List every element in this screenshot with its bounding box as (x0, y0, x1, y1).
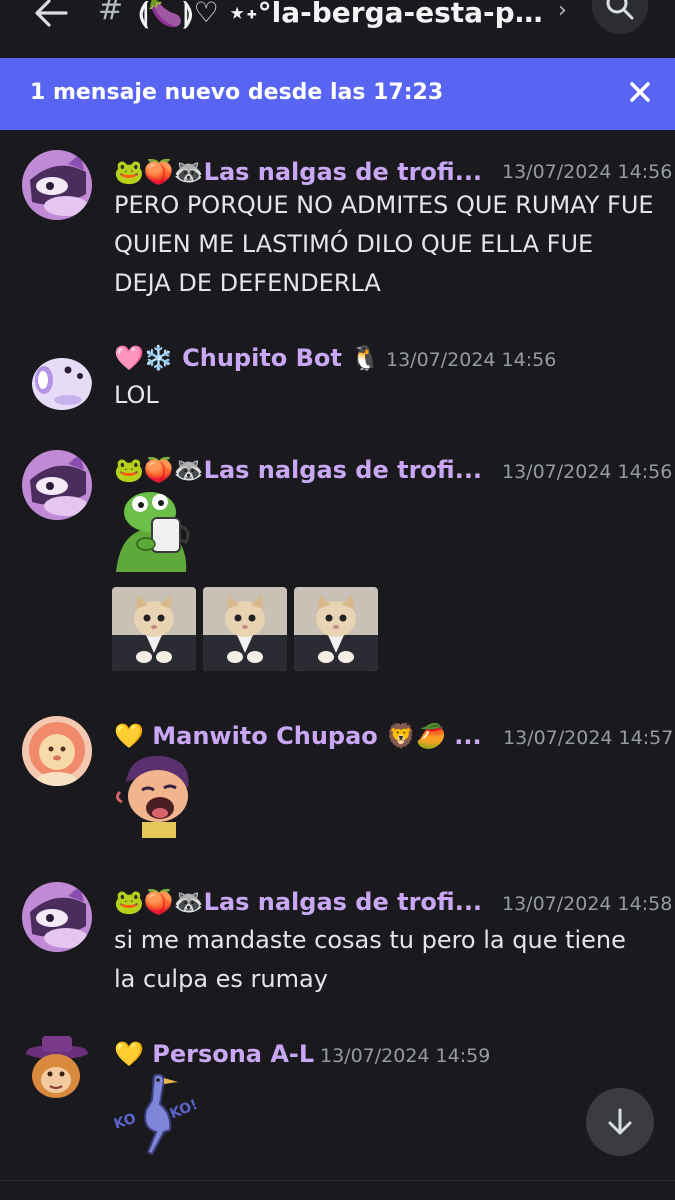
back-button[interactable] (30, 0, 72, 32)
raccoon-avatar[interactable] (22, 882, 92, 952)
jump-to-bottom-button[interactable] (586, 1088, 654, 1156)
message-text: si me mandaste cosas tu pero la que tien… (114, 926, 626, 993)
cat-suit-emoji[interactable] (203, 587, 287, 671)
message-author[interactable]: 💛 Persona A-L (114, 1040, 314, 1068)
arrow-left-icon (35, 0, 68, 27)
message-timestamp: 13/07/2024 14:59 (320, 1045, 491, 1067)
heron-koko-sticker[interactable]: KO KO! (112, 1070, 200, 1156)
message-author[interactable]: 🩷❄️ Chupito Bot 🐧 (114, 344, 380, 372)
message[interactable]: 🐸🍑🦝Las nalgas de trofi... 13/07/2024 14:… (0, 148, 675, 318)
message-author[interactable]: 🐸🍑🦝Las nalgas de trofi... (114, 888, 482, 916)
message[interactable]: 🐸🍑🦝Las nalgas de trofi... 13/07/2024 14:… (0, 882, 675, 1002)
message-text: PERO PORQUE NO ADMITES QUE RUMAY FUE QUI… (114, 191, 654, 297)
laughing-person-sticker[interactable] (112, 752, 198, 838)
message-author[interactable]: 🐸🍑🦝Las nalgas de trofi... (114, 158, 482, 186)
hash-icon: # (98, 0, 124, 27)
lion-avatar[interactable] (22, 716, 92, 786)
message[interactable]: 💛 Persona A-L 13/07/2024 14:59 KO KO! (0, 1034, 675, 1164)
chevron-right-icon[interactable]: › (558, 0, 567, 23)
message-timestamp: 13/07/2024 14:56 (386, 349, 557, 371)
raccoon-avatar[interactable] (22, 450, 92, 520)
search-icon (606, 0, 634, 20)
hat-character-avatar[interactable] (22, 1034, 92, 1104)
frog-mug-sticker[interactable] (112, 486, 198, 572)
message[interactable]: 💛 Manwito Chupao 🦁🥭 ... 13/07/2024 14:57 (0, 716, 675, 846)
message-timestamp: 13/07/2024 14:56 (502, 161, 673, 183)
message-author[interactable]: 🐸🍑🦝Las nalgas de trofi... (114, 456, 482, 484)
svg-text:KO: KO (112, 1111, 138, 1133)
new-messages-text: 1 mensaje nuevo desde las 17:23 (30, 80, 444, 105)
seal-avatar[interactable] (22, 346, 92, 416)
svg-text:KO!: KO! (168, 1097, 198, 1123)
search-button[interactable] (592, 0, 648, 34)
message-timestamp: 13/07/2024 14:57 (503, 727, 674, 749)
new-messages-banner[interactable]: 1 mensaje nuevo desde las 17:23 (0, 58, 675, 130)
message[interactable]: 🩷❄️ Chupito Bot 🐧 13/07/2024 14:56 LOL (0, 340, 675, 420)
message-author[interactable]: 💛 Manwito Chupao 🦁🥭 ... (114, 722, 482, 750)
cat-suit-emoji[interactable] (294, 587, 378, 671)
raccoon-avatar[interactable] (22, 150, 92, 220)
arrow-down-icon (608, 1108, 632, 1135)
message-text: LOL (114, 381, 159, 409)
message[interactable]: 🐸🍑🦝Las nalgas de trofi... 13/07/2024 14:… (0, 450, 675, 680)
banner-close-button[interactable] (622, 74, 658, 110)
message-timestamp: 13/07/2024 14:58 (502, 893, 673, 915)
channel-header: # ⟬🍆⟭♡ ⋆˖°la-berga-esta-pu... › (0, 0, 675, 58)
message-composer-edge (0, 1180, 675, 1200)
close-icon (630, 82, 650, 102)
message-timestamp: 13/07/2024 14:56 (502, 461, 673, 483)
cat-suit-emoji[interactable] (112, 587, 196, 671)
channel-name[interactable]: ⟬🍆⟭♡ ⋆˖°la-berga-esta-pu... (138, 0, 550, 30)
